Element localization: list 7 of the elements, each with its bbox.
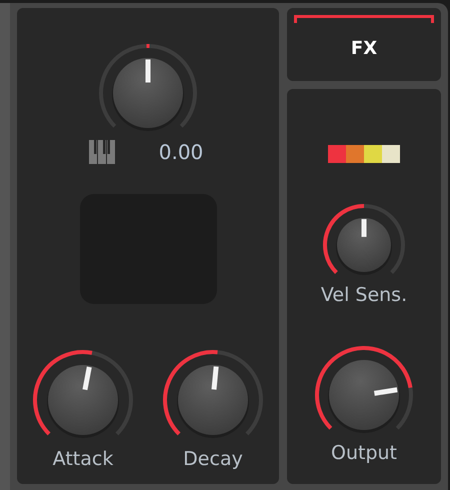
pitch-value: 0.00	[158, 140, 204, 164]
knob-label: Decay	[183, 448, 243, 470]
knob-label: Output	[331, 442, 397, 464]
knob-label: Attack	[52, 448, 114, 470]
fx-button[interactable]: FX	[287, 8, 441, 81]
knob-label: Vel Sens.	[320, 284, 408, 306]
piano-keys-icon[interactable]	[88, 140, 115, 164]
